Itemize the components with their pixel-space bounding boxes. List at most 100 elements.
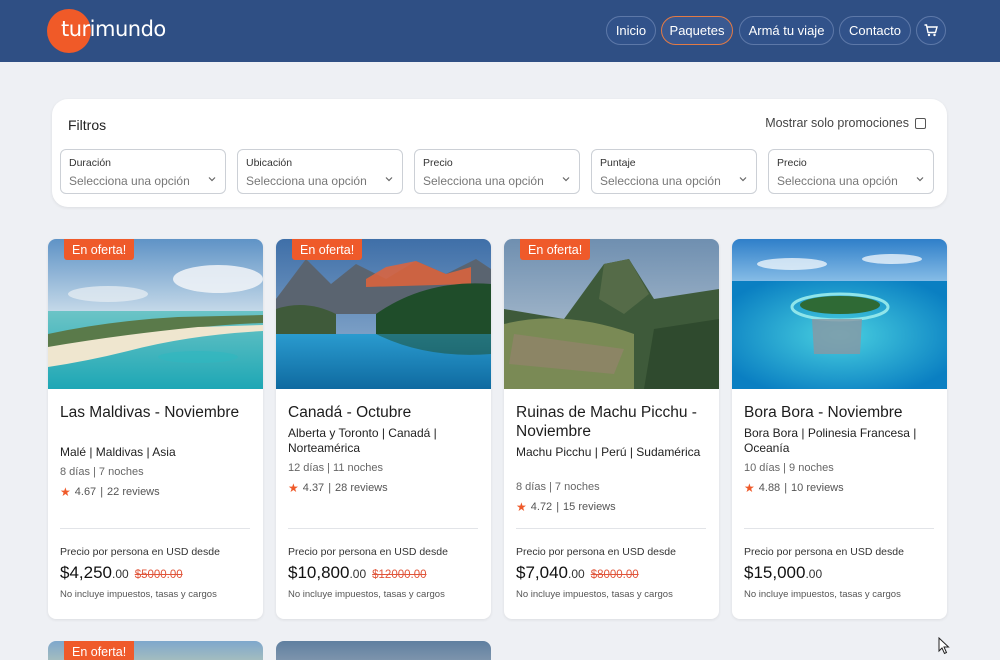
filter-label: Precio	[777, 157, 807, 169]
cart-icon	[924, 24, 938, 37]
price-old: $12000.00	[372, 569, 427, 581]
rating-sep: |	[328, 482, 332, 494]
nav-paquetes[interactable]: Paquetes	[661, 16, 733, 45]
rating-value: 4.72	[530, 501, 553, 513]
rating-value: 4.88	[758, 482, 781, 494]
package-image-bora-bora[interactable]	[732, 239, 947, 389]
package-card-partial[interactable]	[276, 641, 491, 660]
package-card-partial[interactable]: En oferta!	[48, 641, 263, 660]
rating-reviews: 10 reviews	[791, 482, 844, 494]
package-duration: 12 días | 11 noches	[288, 462, 383, 474]
chevron-down-icon	[562, 177, 570, 182]
card-divider	[744, 528, 934, 529]
price-main: $4,250	[60, 563, 112, 582]
price-note: No incluye impuestos, tasas y cargos	[516, 589, 673, 600]
filter-ubicacion[interactable]: Ubicación Selecciona una opción	[237, 149, 403, 194]
package-card[interactable]: En oferta! Las Maldivas - Noviembre Malé…	[48, 239, 263, 619]
package-location: Malé | Maldivas | Asia	[60, 445, 176, 459]
cart-button[interactable]	[916, 16, 946, 45]
card-divider	[60, 528, 250, 529]
package-card[interactable]: Bora Bora - Noviembre Bora Bora | Poline…	[732, 239, 947, 619]
price-cents: .00	[349, 567, 367, 581]
rating-reviews: 22 reviews	[107, 486, 160, 498]
price-row: $4,250 .00 $5000.00	[60, 563, 183, 583]
price-note: No incluye impuestos, tasas y cargos	[60, 589, 217, 600]
price-note: No incluye impuestos, tasas y cargos	[744, 589, 901, 600]
price-cents: .00	[112, 567, 129, 581]
promo-label[interactable]: Mostrar solo promociones	[765, 116, 909, 130]
filter-placeholder: Selecciona una opción	[246, 174, 367, 188]
filter-label: Duración	[69, 157, 112, 169]
rating-sep: |	[784, 482, 788, 494]
chevron-down-icon	[385, 177, 393, 182]
nav-arma-tu-viaje[interactable]: Armá tu viaje	[739, 16, 834, 45]
package-title[interactable]: Ruinas de Machu Picchu - Noviembre	[516, 403, 711, 441]
logo-text-turi[interactable]: turi	[61, 17, 96, 41]
nav-inicio[interactable]: Inicio	[606, 16, 656, 45]
package-rating: ★ 4.72 | 15 reviews	[516, 500, 616, 514]
star-icon: ★	[288, 481, 299, 495]
filters-panel: Filtros Mostrar solo promociones Duració…	[52, 99, 947, 207]
filter-label: Puntaje	[600, 157, 636, 169]
package-image-canada[interactable]	[276, 239, 491, 389]
price-main: $15,000	[744, 563, 806, 582]
price-old: $5000.00	[134, 569, 183, 581]
package-rating: ★ 4.37 | 28 reviews	[288, 481, 388, 495]
promo-checkbox[interactable]	[915, 118, 926, 129]
package-rating: ★ 4.88 | 10 reviews	[744, 481, 844, 495]
package-image-machu-picchu[interactable]	[504, 239, 719, 389]
package-location: Alberta y Toronto | Canadá | Norteaméric…	[288, 426, 437, 455]
filter-precio-2[interactable]: Precio Selecciona una opción	[768, 149, 934, 194]
filter-placeholder: Selecciona una opción	[600, 174, 721, 188]
price-label: Precio por persona en USD desde	[288, 546, 448, 558]
filter-placeholder: Selecciona una opción	[69, 174, 190, 188]
package-title[interactable]: Bora Bora - Noviembre	[744, 403, 939, 422]
package-card[interactable]: En oferta! Ruinas de Machu Picchu - Novi…	[504, 239, 719, 619]
package-duration: 10 días | 9 noches	[744, 462, 834, 474]
card-divider	[516, 528, 706, 529]
package-location: Bora Bora | Polinesia Francesa | Oceanía	[744, 426, 917, 455]
package-location: Machu Picchu | Perú | Sudamérica	[516, 445, 701, 459]
filter-duracion[interactable]: Duración Selecciona una opción	[60, 149, 226, 194]
rating-sep: |	[556, 501, 560, 513]
price-old: $8000.00	[590, 569, 639, 581]
chevron-down-icon	[739, 177, 747, 182]
filter-label: Ubicación	[246, 157, 293, 169]
package-duration: 8 días | 7 noches	[60, 466, 144, 478]
offer-badge: En oferta!	[520, 239, 591, 260]
filter-label: Precio	[423, 157, 453, 169]
rating-value: 4.37	[302, 482, 325, 494]
package-title[interactable]: Las Maldivas - Noviembre	[60, 403, 255, 422]
price-note: No incluye impuestos, tasas y cargos	[288, 589, 445, 600]
nav-contacto[interactable]: Contacto	[839, 16, 911, 45]
mouse-cursor-icon	[938, 637, 950, 655]
package-card[interactable]: En oferta! Canadá - Octubre Alberta y To…	[276, 239, 491, 619]
filter-placeholder: Selecciona una opción	[777, 174, 898, 188]
filter-precio[interactable]: Precio Selecciona una opción	[414, 149, 580, 194]
price-row: $7,040 .00 $8000.00	[516, 563, 639, 583]
filter-puntaje[interactable]: Puntaje Selecciona una opción	[591, 149, 757, 194]
package-rating: ★ 4.67 | 22 reviews	[60, 485, 160, 499]
rating-value: 4.67	[74, 486, 97, 498]
star-icon: ★	[60, 485, 71, 499]
price-label: Precio por persona en USD desde	[516, 546, 676, 558]
card-divider	[288, 528, 478, 529]
filters-title: Filtros	[68, 117, 107, 133]
logo-text-mundo[interactable]: mundo	[95, 17, 166, 41]
site-header: turi mundo Inicio Paquetes Armá tu viaje…	[0, 0, 1000, 62]
offer-badge: En oferta!	[292, 239, 363, 260]
filter-placeholder: Selecciona una opción	[423, 174, 544, 188]
price-main: $7,040	[516, 563, 568, 582]
rating-reviews: 15 reviews	[563, 501, 616, 513]
offer-badge: En oferta!	[64, 641, 135, 660]
price-label: Precio por persona en USD desde	[744, 546, 904, 558]
package-image-maldivas[interactable]	[48, 239, 263, 389]
chevron-down-icon	[208, 177, 216, 182]
price-cents: .00	[568, 567, 585, 581]
price-row: $15,000 .00	[744, 563, 822, 583]
star-icon: ★	[516, 500, 527, 514]
price-row: $10,800 .00 $12000.00	[288, 563, 427, 583]
package-title[interactable]: Canadá - Octubre	[288, 403, 483, 422]
rating-sep: |	[100, 486, 104, 498]
price-label: Precio por persona en USD desde	[60, 546, 220, 558]
